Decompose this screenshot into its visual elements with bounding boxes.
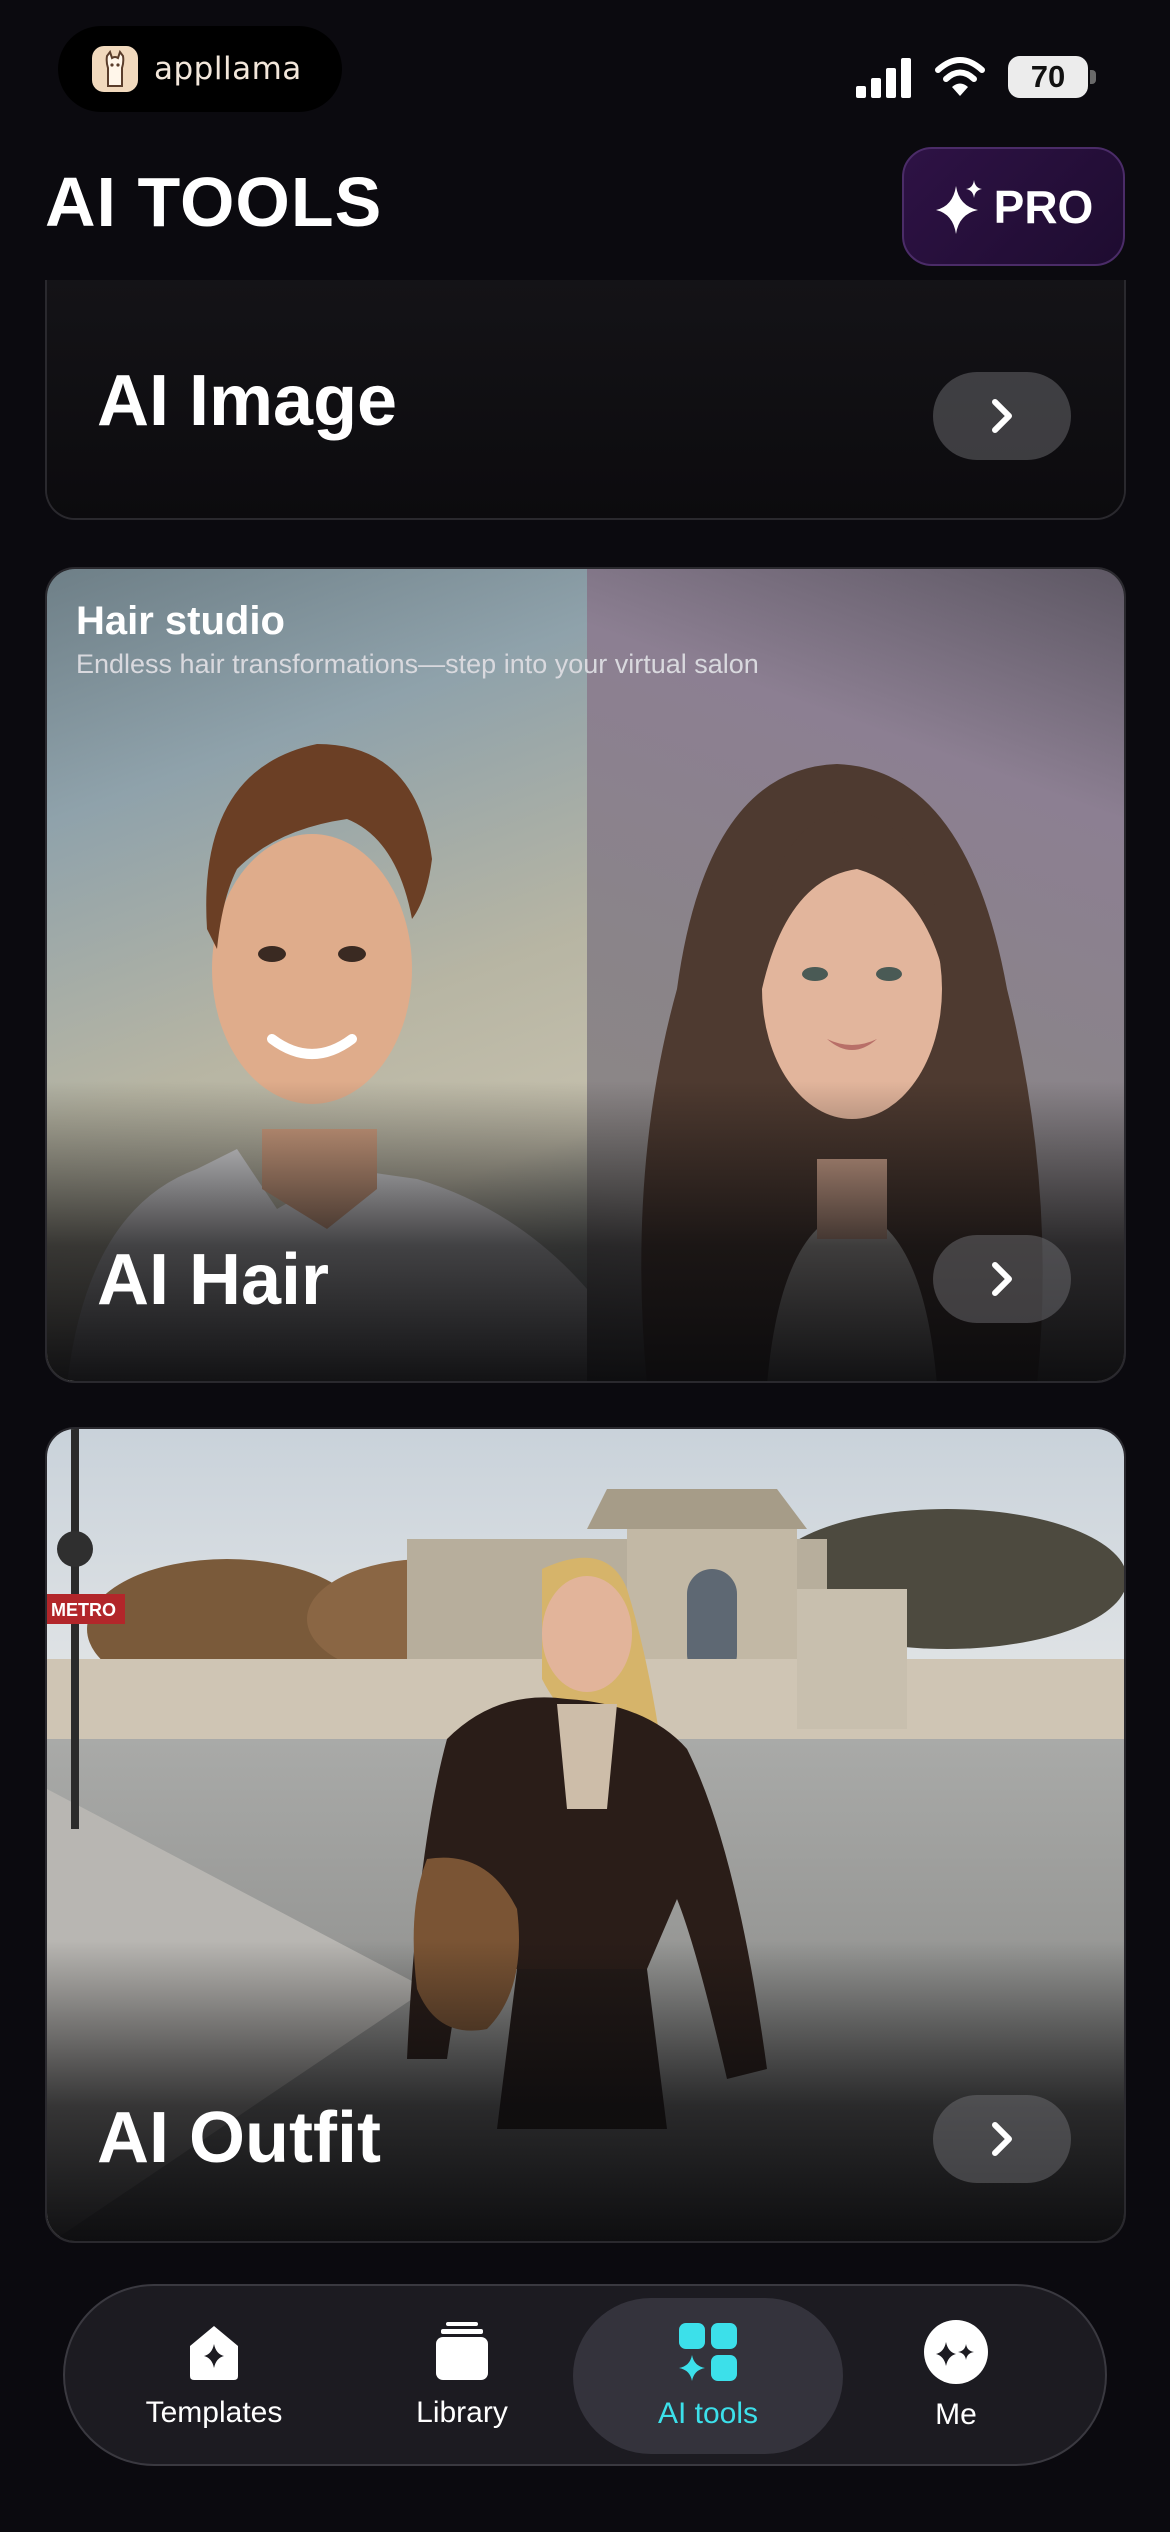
battery-tip bbox=[1090, 70, 1096, 84]
cellular-signal-icon bbox=[856, 58, 911, 98]
ai-tools-screen: appllama 70 AI TOOLS PRO AI Image Hair s… bbox=[0, 0, 1170, 2532]
ai-hair-title: AI Hair bbox=[97, 1240, 330, 1320]
library-icon bbox=[436, 2322, 488, 2380]
nav-label-me: Me bbox=[935, 2398, 977, 2431]
llama-logo-icon bbox=[92, 46, 138, 92]
wifi-icon bbox=[935, 57, 985, 96]
ai-hair-card[interactable]: Hair studio Endless hair transformations… bbox=[45, 567, 1126, 1383]
nav-item-ai-tools[interactable]: AI tools bbox=[573, 2298, 843, 2454]
pro-button[interactable]: PRO bbox=[902, 147, 1125, 266]
app-indicator-pill[interactable]: appllama bbox=[58, 26, 342, 112]
chevron-right-icon bbox=[992, 399, 1012, 433]
nav-label-templates: Templates bbox=[145, 2396, 283, 2429]
app-name: appllama bbox=[154, 51, 302, 87]
pro-label: PRO bbox=[993, 180, 1094, 233]
battery-indicator: 70 bbox=[1008, 56, 1088, 98]
templates-icon bbox=[190, 2326, 238, 2380]
chevron-right-icon bbox=[992, 1262, 1012, 1296]
battery-level: 70 bbox=[1030, 59, 1066, 94]
me-icon bbox=[924, 2320, 988, 2384]
nav-item-me[interactable]: Me bbox=[821, 2298, 1091, 2454]
sparkle-icon bbox=[935, 179, 982, 234]
outfit-card-fade bbox=[47, 1941, 1124, 2241]
status-bar: appllama 70 bbox=[0, 0, 1170, 140]
ai-image-title: AI Image bbox=[97, 361, 398, 441]
nav-item-templates[interactable]: Templates bbox=[79, 2298, 349, 2454]
hair-studio-label: Hair studio bbox=[76, 599, 285, 643]
ai-hair-open-button[interactable] bbox=[933, 1235, 1071, 1323]
nav-label-library: Library bbox=[416, 2396, 508, 2429]
ai-outfit-open-button[interactable] bbox=[933, 2095, 1071, 2183]
page-title: AI TOOLS bbox=[45, 163, 383, 241]
ai-outfit-title: AI Outfit bbox=[97, 2098, 381, 2178]
metro-sign-text: METRO bbox=[51, 1600, 116, 1620]
ai-image-open-button[interactable] bbox=[933, 372, 1071, 460]
bottom-navigation: Templates Library AI tools Me bbox=[63, 2284, 1107, 2466]
chevron-right-icon bbox=[992, 2122, 1012, 2156]
ai-outfit-card[interactable]: METRO AI Outfit bbox=[45, 1427, 1126, 2243]
nav-item-library[interactable]: Library bbox=[327, 2298, 597, 2454]
nav-label-ai-tools: AI tools bbox=[657, 2397, 759, 2430]
hair-card-fade bbox=[47, 1081, 1124, 1381]
ai-image-card[interactable]: AI Image bbox=[45, 280, 1126, 520]
ai-tools-icon bbox=[679, 2323, 737, 2381]
hair-studio-subtitle: Endless hair transformations—step into y… bbox=[76, 649, 759, 679]
